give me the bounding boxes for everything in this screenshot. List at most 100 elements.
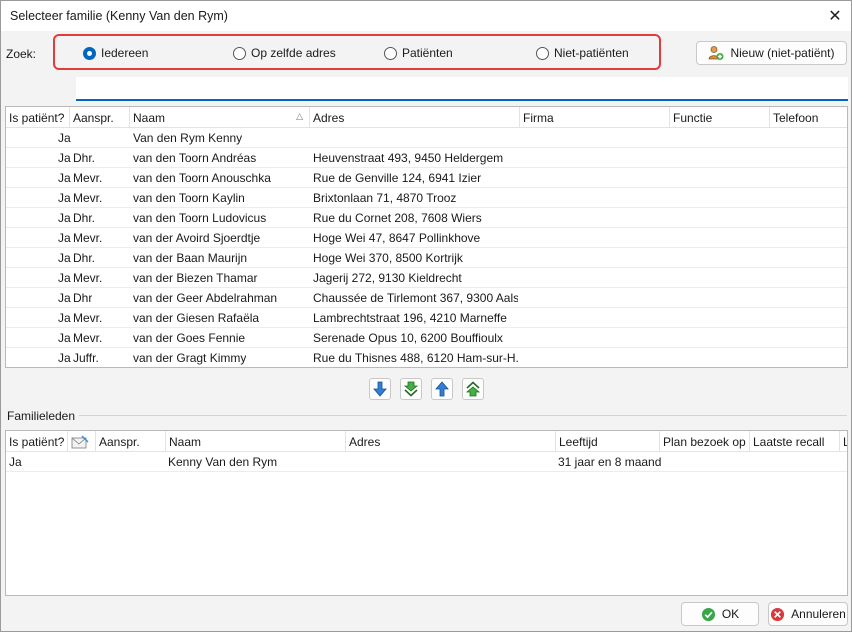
radio-label: Op zelfde adres xyxy=(251,46,336,60)
cell-patient: Ja xyxy=(58,170,71,185)
family-header: Is patiënt? Aanspr. Naam Adres Leeftijd … xyxy=(6,431,847,452)
table-row[interactable]: Ja Dhr. van den Toorn Ludovicus Rue du C… xyxy=(6,208,847,228)
col-email[interactable] xyxy=(68,431,96,452)
table-row[interactable]: Ja Mevr. van den Toorn Kaylin Brixtonlaa… xyxy=(6,188,847,208)
move-all-down-button[interactable] xyxy=(400,378,422,400)
cell-naam: van den Toorn Anouschka xyxy=(133,170,271,185)
table-row[interactable]: Ja Van den Rym Kenny xyxy=(6,128,847,148)
cell-patient: Ja xyxy=(58,230,71,245)
new-non-patient-button[interactable]: Nieuw (niet-patiënt) xyxy=(696,41,847,65)
table-row[interactable]: Ja Mevr. van der Biezen Thamar Jagerij 2… xyxy=(6,268,847,288)
radio-niet-patienten[interactable]: Niet-patiënten xyxy=(536,46,629,60)
radio-unselected-icon xyxy=(233,46,246,60)
col-is-patient[interactable]: Is patiënt? xyxy=(6,431,68,452)
cell-patient: Ja xyxy=(58,190,71,205)
check-icon xyxy=(701,607,715,621)
cell-aanspr: Mevr. xyxy=(73,270,103,285)
cell-naam: van der Gragt Kimmy xyxy=(133,350,247,365)
radio-label: Iedereen xyxy=(101,46,149,60)
filter-radio-group: Iedereen Op zelfde adres Patiënten Niet-… xyxy=(53,34,661,70)
cell-aanspr: Dhr. xyxy=(73,250,96,265)
radio-iedereen[interactable]: Iedereen xyxy=(83,46,148,60)
col-is-patient[interactable]: Is patiënt? xyxy=(6,107,70,128)
cell-aanspr: Dhr xyxy=(73,290,93,305)
table-row[interactable]: Ja Mevr. van der Avoird Sjoerdtje Hoge W… xyxy=(6,228,847,248)
cancel-button[interactable]: Annuleren xyxy=(768,602,848,626)
cell-patient: Ja xyxy=(58,350,71,365)
cell-adres: Lambrechtstraat 196, 4210 Marneffe xyxy=(313,310,507,325)
cell-patient: Ja xyxy=(58,290,71,305)
cell-naam: van der Geer Abdelrahman xyxy=(133,290,278,305)
radio-label: Patiënten xyxy=(402,46,453,60)
cell-adres xyxy=(313,128,518,147)
email-icon xyxy=(71,434,89,448)
table-row[interactable]: Ja Juffr. van der Gragt Kimmy Rue du Thi… xyxy=(6,348,847,367)
group-divider xyxy=(79,415,847,416)
results-grid[interactable]: Is patiënt? Aanspr. Naam △ Adres Firma F… xyxy=(5,106,848,368)
radio-unselected-icon xyxy=(536,46,549,60)
table-row[interactable]: Ja Mevr. van der Giesen Rafaëla Lambrech… xyxy=(6,308,847,328)
move-up-button[interactable] xyxy=(431,378,453,400)
table-row[interactable]: Ja Dhr. van der Baan Maurijn Hoge Wei 37… xyxy=(6,248,847,268)
col-truncated[interactable]: L xyxy=(840,431,847,452)
cell-adres: Hoge Wei 47, 8647 Pollinkhove xyxy=(313,230,481,245)
cell-naam: van den Toorn Ludovicus xyxy=(133,210,267,225)
radio-op-zelfde-adres[interactable]: Op zelfde adres xyxy=(233,46,336,60)
cell-adres: Rue de Genville 124, 6941 Izier xyxy=(313,170,482,185)
table-row[interactable]: Ja Kenny Van den Rym 31 jaar en 8 maand xyxy=(6,452,847,472)
table-row[interactable]: Ja Dhr. van den Toorn Andréas Heuvenstra… xyxy=(6,148,847,168)
cell-patient: Ja xyxy=(9,454,22,469)
radio-patienten[interactable]: Patiënten xyxy=(384,46,453,60)
cell-patient: Ja xyxy=(58,210,71,225)
col-telefoon[interactable]: Telefoon xyxy=(770,107,847,128)
window-title: Selecteer familie (Kenny Van den Rym) xyxy=(10,9,228,23)
col-plan-bezoek[interactable]: Plan bezoek op xyxy=(660,431,750,452)
col-firma[interactable]: Firma xyxy=(520,107,670,128)
cell-aanspr: Mevr. xyxy=(73,190,103,205)
col-aanspr[interactable]: Aanspr. xyxy=(70,107,130,128)
title-bar: Selecteer familie (Kenny Van den Rym) ✕ xyxy=(1,1,851,31)
cell-naam: Kenny Van den Rym xyxy=(168,454,278,469)
cell-aanspr: Dhr. xyxy=(73,210,96,225)
move-down-button[interactable] xyxy=(369,378,391,400)
col-functie[interactable]: Functie xyxy=(670,107,770,128)
arrow-down-green-icon xyxy=(403,381,419,397)
add-person-icon xyxy=(709,46,724,60)
col-leeftijd[interactable]: Leeftijd xyxy=(556,431,660,452)
col-naam[interactable]: Naam △ xyxy=(130,107,310,128)
cell-adres: Hoge Wei 370, 8500 Kortrijk xyxy=(313,250,463,265)
cell-aanspr: Dhr. xyxy=(73,150,96,165)
search-input[interactable] xyxy=(76,77,848,101)
cancel-label: Annuleren xyxy=(791,607,846,621)
table-row[interactable]: Ja Mevr. van den Toorn Anouschka Rue de … xyxy=(6,168,847,188)
radio-selected-icon xyxy=(83,46,96,60)
col-laatste-recall[interactable]: Laatste recall xyxy=(750,431,840,452)
new-button-label: Nieuw (niet-patiënt) xyxy=(730,46,835,60)
radio-unselected-icon xyxy=(384,46,397,60)
move-all-up-button[interactable] xyxy=(462,378,484,400)
ok-label: OK xyxy=(721,607,740,621)
table-row[interactable]: Ja Dhr van der Geer Abdelrahman Chaussée… xyxy=(6,288,847,308)
cell-aanspr: Mevr. xyxy=(73,230,103,245)
cell-patient: Ja xyxy=(58,250,71,265)
cell-patient: Ja xyxy=(58,150,71,165)
cell-adres: Rue du Cornet 208, 7608 Wiers xyxy=(313,210,482,225)
cell-patient: Ja xyxy=(58,330,71,345)
family-grid[interactable]: Is patiënt? Aanspr. Naam Adres Leeftijd … xyxy=(5,430,848,596)
cell-adres: Chaussée de Tirlemont 367, 9300 Aalst xyxy=(313,290,518,305)
cell-adres: Jagerij 272, 9130 Kieldrecht xyxy=(313,270,462,285)
cell-naam: van den Toorn Andréas xyxy=(133,150,257,165)
cell-adres: Heuvenstraat 493, 9450 Heldergem xyxy=(313,150,504,165)
col-adres[interactable]: Adres xyxy=(310,107,520,128)
select-family-dialog: Selecteer familie (Kenny Van den Rym) ✕ … xyxy=(0,0,852,632)
results-header: Is patiënt? Aanspr. Naam △ Adres Firma F… xyxy=(6,107,847,128)
ok-button[interactable]: OK xyxy=(681,602,759,626)
close-icon[interactable]: ✕ xyxy=(819,1,851,31)
table-row[interactable]: Ja Mevr. van der Goes Fennie Serenade Op… xyxy=(6,328,847,348)
col-naam[interactable]: Naam xyxy=(166,431,346,452)
arrow-up-blue-icon xyxy=(435,381,449,397)
arrow-down-blue-icon xyxy=(373,381,387,397)
col-adres[interactable]: Adres xyxy=(346,431,556,452)
cell-naam: van der Biezen Thamar xyxy=(133,270,258,285)
col-aanspr[interactable]: Aanspr. xyxy=(96,431,166,452)
